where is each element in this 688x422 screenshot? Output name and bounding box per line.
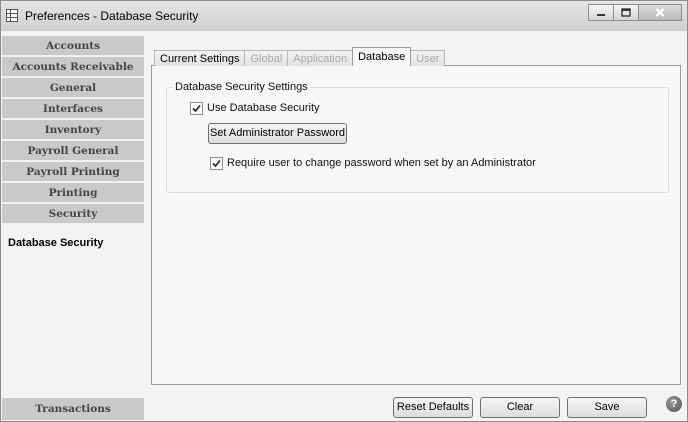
minimize-button[interactable] bbox=[588, 4, 614, 21]
tab-user[interactable]: User bbox=[410, 50, 446, 66]
sidebar-item-payroll-general[interactable]: Payroll General bbox=[2, 141, 144, 161]
sidebar-item-accounts[interactable]: Accounts bbox=[2, 36, 144, 56]
save-button[interactable]: Save bbox=[567, 397, 647, 418]
tab-current-settings[interactable]: Current Settings bbox=[154, 50, 246, 66]
maximize-button[interactable] bbox=[613, 4, 639, 21]
checkmark-icon bbox=[192, 104, 201, 113]
sidebar-item-inventory[interactable]: Inventory bbox=[2, 120, 144, 140]
sidebar-item-transactions[interactable]: Transactions bbox=[2, 398, 144, 420]
window-title: Preferences - Database Security bbox=[25, 9, 199, 23]
reset-defaults-button[interactable]: Reset Defaults bbox=[393, 397, 473, 418]
tab-application[interactable]: Application bbox=[287, 50, 354, 66]
maximize-icon bbox=[621, 8, 631, 17]
sidebar-item-interfaces[interactable]: Interfaces bbox=[2, 99, 144, 119]
require-password-change-checkbox[interactable] bbox=[210, 157, 223, 170]
sidebar-item-payroll-printing[interactable]: Payroll Printing bbox=[2, 162, 144, 182]
preferences-window: Preferences - Database Security Accounts… bbox=[0, 0, 688, 422]
minimize-icon bbox=[597, 13, 605, 16]
sidebar-item-security[interactable]: Security bbox=[2, 204, 144, 224]
clear-button[interactable]: Clear bbox=[480, 397, 560, 418]
checkmark-icon bbox=[212, 159, 221, 168]
settings-tabs: Current Settings Global Application Data… bbox=[154, 47, 446, 66]
close-icon bbox=[655, 8, 665, 17]
title-bar[interactable]: Preferences - Database Security bbox=[1, 1, 687, 31]
use-database-security-checkbox[interactable] bbox=[190, 102, 203, 115]
preferences-grid-icon bbox=[6, 9, 18, 22]
set-administrator-password-button[interactable]: Set Administrator Password bbox=[208, 123, 347, 144]
use-database-security-label[interactable]: Use Database Security bbox=[207, 102, 320, 114]
help-icon[interactable]: ? bbox=[666, 396, 682, 412]
close-button[interactable] bbox=[638, 4, 682, 21]
sidebar-item-accounts-receivable[interactable]: Accounts Receivable bbox=[2, 57, 144, 77]
sidebar-item-general[interactable]: General bbox=[2, 78, 144, 98]
tab-global[interactable]: Global bbox=[244, 50, 289, 66]
sidebar-item-printing[interactable]: Printing bbox=[2, 183, 144, 203]
preferences-sidebar: Accounts Accounts Receivable General Int… bbox=[2, 36, 144, 421]
tab-database[interactable]: Database bbox=[352, 47, 412, 66]
group-legend: Database Security Settings bbox=[173, 81, 310, 93]
require-password-change-label[interactable]: Require user to change password when set… bbox=[227, 157, 536, 169]
sidebar-subitem-database-security[interactable]: Database Security bbox=[8, 237, 103, 249]
window-controls bbox=[588, 4, 682, 24]
